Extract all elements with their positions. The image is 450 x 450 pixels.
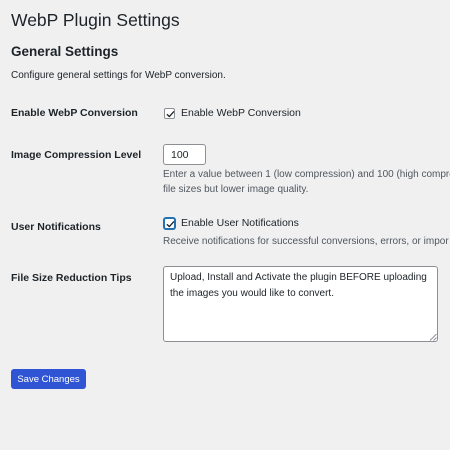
file-size-reduction-tips-textarea[interactable]: Upload, Install and Activate the plugin … — [163, 266, 438, 342]
checkmark-icon — [166, 111, 175, 118]
enable-webp-conversion-checkbox[interactable] — [164, 108, 175, 119]
user-notifications-label: User Notifications — [11, 221, 101, 233]
section-description: Configure general settings for WebP conv… — [11, 70, 226, 81]
section-title: General Settings — [11, 44, 119, 59]
page-title: WebP Plugin Settings — [11, 10, 180, 30]
compression-help-text-line1: Enter a value between 1 (low compression… — [163, 169, 450, 180]
save-changes-button[interactable]: Save Changes — [11, 369, 86, 389]
enable-webp-conversion-checkbox-label[interactable]: Enable WebP Conversion — [181, 107, 301, 119]
enable-user-notifications-checkbox[interactable] — [164, 218, 175, 229]
notifications-help-text: Receive notifications for successful con… — [163, 236, 449, 247]
resize-grip-icon[interactable] — [429, 333, 437, 341]
image-compression-level-input[interactable] — [163, 144, 206, 165]
file-size-reduction-tips-label: File Size Reduction Tips — [11, 272, 132, 284]
enable-webp-conversion-label: Enable WebP Conversion — [11, 107, 138, 119]
enable-user-notifications-checkbox-label[interactable]: Enable User Notifications — [181, 217, 299, 229]
image-compression-level-label: Image Compression Level — [11, 149, 142, 161]
checkmark-icon — [166, 221, 175, 228]
settings-page: WebP Plugin Settings General Settings Co… — [0, 0, 450, 450]
compression-help-text-line2: file sizes but lower image quality. — [163, 184, 309, 195]
